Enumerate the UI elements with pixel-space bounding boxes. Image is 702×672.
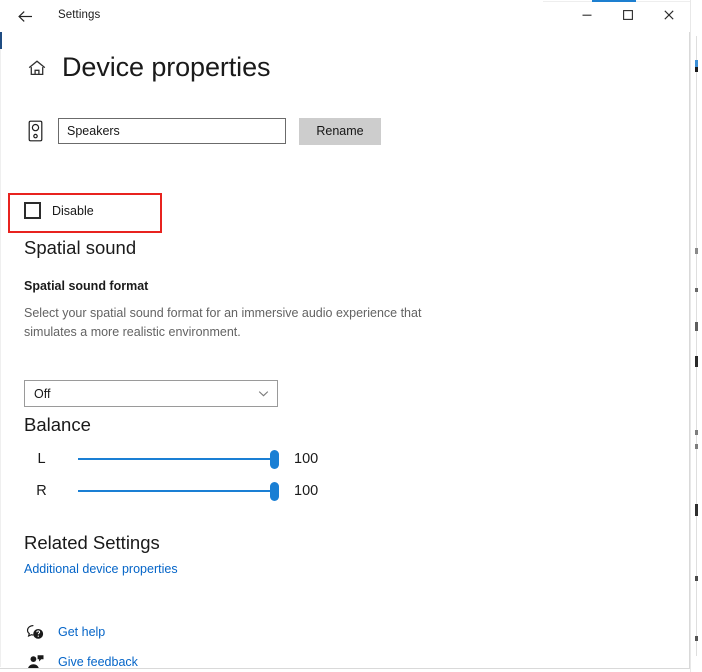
get-help-link[interactable]: Get help [24,622,105,642]
background-fragment [695,288,698,292]
page-content: Device properties Rename Disable Spatial… [0,32,689,668]
home-icon[interactable] [24,55,50,81]
slider-track [78,458,276,460]
slider-thumb[interactable] [270,450,279,469]
background-fragment [695,356,698,367]
slider-track [78,490,276,492]
balance-value-left: 100 [294,451,319,467]
give-feedback-link[interactable]: Give feedback [24,652,138,668]
background-fragment [695,322,698,331]
title-bar[interactable]: Settings [0,0,690,32]
background-fragment [695,504,698,516]
background-fragment [695,444,698,449]
balance-row-left: L 100 [24,446,318,472]
slider-thumb[interactable] [270,482,279,501]
device-name-input[interactable] [58,118,286,144]
additional-device-properties-link[interactable]: Additional device properties [24,562,178,576]
help-bubble-icon [24,622,46,642]
disable-checkbox[interactable] [24,202,41,219]
maximize-icon[interactable] [607,0,648,30]
background-fragment [695,248,698,254]
background-fragment [695,60,698,67]
background-window-sliver [690,0,702,672]
spatial-sound-selected-value: Off [34,386,51,401]
rename-button[interactable]: Rename [299,117,381,145]
balance-channel-label: L [37,451,46,467]
background-fragment [695,636,698,641]
balance-row-right: R 100 [24,478,318,504]
back-arrow-icon[interactable] [10,3,40,29]
background-fragment [695,67,698,72]
give-feedback-label: Give feedback [58,655,138,668]
balance-slider-right[interactable] [78,478,279,504]
page-title: Device properties [62,52,271,82]
device-name-row: Rename [24,116,381,146]
feedback-person-icon [24,652,46,668]
spatial-sound-format-select[interactable]: Off [24,380,278,407]
background-fragment [695,576,698,581]
balance-channel-label: R [36,483,47,499]
window-controls [566,0,690,30]
balance-heading: Balance [24,414,91,435]
close-icon[interactable] [649,0,690,30]
disable-checkbox-row[interactable]: Disable [24,202,94,219]
minimize-icon[interactable] [566,0,607,30]
speaker-icon [24,116,46,146]
spatial-sound-format-label: Spatial sound format [24,279,149,293]
titlebar-label: Settings [58,9,101,21]
disable-checkbox-label: Disable [52,203,94,218]
chevron-down-icon[interactable] [249,387,277,400]
balance-slider-left[interactable] [78,446,279,472]
get-help-label: Get help [58,625,106,639]
spatial-sound-heading: Spatial sound [24,237,137,258]
balance-value-right: 100 [294,483,319,499]
settings-window: Settings Device properties Speakers Rena… [0,0,690,669]
page-header: Device properties [24,52,271,83]
background-window-edge [696,36,697,656]
background-fragment [695,430,698,435]
spatial-sound-description: Select your spatial sound format for an … [24,306,422,339]
related-settings-heading: Related Settings [24,532,160,553]
